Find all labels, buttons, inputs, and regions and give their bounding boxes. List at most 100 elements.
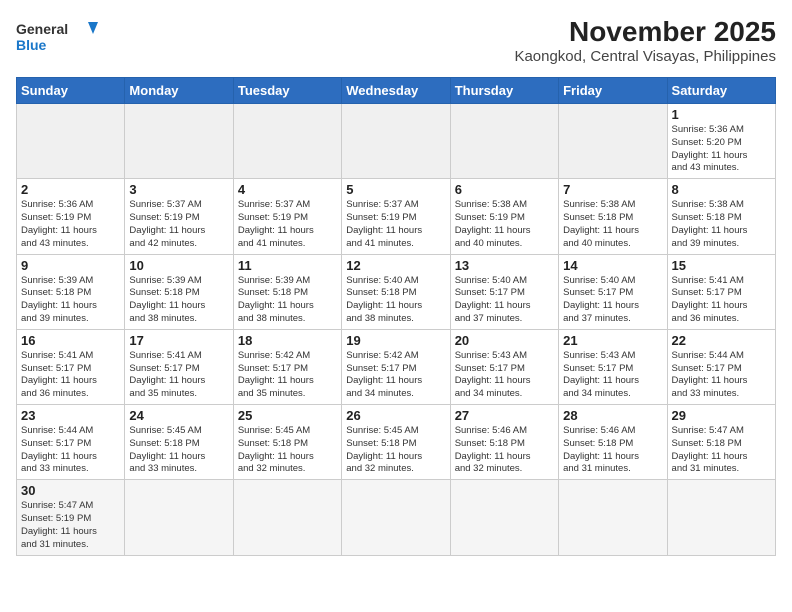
calendar-cell — [559, 480, 667, 555]
day-number: 26 — [346, 408, 445, 423]
calendar-cell: 23 Sunrise: 5:44 AMSunset: 5:17 PMDayligh… — [17, 405, 125, 480]
calendar-cell: 13 Sunrise: 5:40 AMSunset: 5:17 PMDayligh… — [450, 254, 558, 329]
calendar-cell: 10 Sunrise: 5:39 AMSunset: 5:18 PMDayligh… — [125, 254, 233, 329]
calendar-week-row: 30Sunrise: 5:47 AMSunset: 5:19 PMDayligh… — [17, 480, 776, 555]
calendar-cell: 29 Sunrise: 5:47 AMSunset: 5:18 PMDayligh… — [667, 405, 775, 480]
day-info: Sunrise: 5:38 AMSunset: 5:18 PMDaylight:… — [563, 199, 662, 250]
day-number: 3 — [129, 182, 228, 197]
day-number: 24 — [129, 408, 228, 423]
day-number: 14 — [563, 258, 662, 273]
day-info: Sunrise: 5:37 AMSunset: 5:19 PMDaylight:… — [346, 199, 445, 250]
calendar-cell: 11 Sunrise: 5:39 AMSunset: 5:18 PMDayligh… — [233, 254, 341, 329]
calendar-header-sunday: Sunday — [17, 78, 125, 104]
day-number: 25 — [238, 408, 337, 423]
calendar-cell: 4Sunrise: 5:37 AMSunset: 5:19 PMDaylight… — [233, 179, 341, 254]
calendar-cell: 8Sunrise: 5:38 AMSunset: 5:18 PMDaylight… — [667, 179, 775, 254]
day-info: Sunrise: 5:44 AMSunset: 5:17 PMDaylight:… — [21, 425, 120, 476]
calendar-cell: 26 Sunrise: 5:45 AMSunset: 5:18 PMDayligh… — [342, 405, 450, 480]
day-info: Sunrise: 5:45 AMSunset: 5:18 PMDaylight:… — [346, 425, 445, 476]
day-number: 19 — [346, 333, 445, 348]
day-info: Sunrise: 5:38 AMSunset: 5:19 PMDaylight:… — [455, 199, 554, 250]
calendar-cell — [342, 104, 450, 179]
day-number: 23 — [21, 408, 120, 423]
calendar-cell: 15 Sunrise: 5:41 AMSunset: 5:17 PMDayligh… — [667, 254, 775, 329]
day-number: 2 — [21, 182, 120, 197]
calendar-cell: 16Sunrise: 5:41 AMSunset: 5:17 PMDayligh… — [17, 329, 125, 404]
day-info: Sunrise: 5:47 AMSunset: 5:19 PMDaylight:… — [21, 500, 120, 551]
day-info: Sunrise: 5:36 AMSunset: 5:19 PMDaylight:… — [21, 199, 120, 250]
calendar-header-tuesday: Tuesday — [233, 78, 341, 104]
page-title: November 2025 — [514, 16, 776, 48]
day-number: 5 — [346, 182, 445, 197]
calendar-header-thursday: Thursday — [450, 78, 558, 104]
day-number: 22 — [672, 333, 771, 348]
calendar-cell: 30Sunrise: 5:47 AMSunset: 5:19 PMDayligh… — [17, 480, 125, 555]
day-number: 27 — [455, 408, 554, 423]
day-info: Sunrise: 5:46 AMSunset: 5:18 PMDaylight:… — [455, 425, 554, 476]
calendar-header-wednesday: Wednesday — [342, 78, 450, 104]
logo-svg: General Blue — [16, 16, 106, 60]
day-info: Sunrise: 5:43 AMSunset: 5:17 PMDaylight:… — [455, 350, 554, 401]
day-info: Sunrise: 5:46 AMSunset: 5:18 PMDaylight:… — [563, 425, 662, 476]
day-info: Sunrise: 5:39 AMSunset: 5:18 PMDaylight:… — [21, 275, 120, 326]
day-info: Sunrise: 5:42 AMSunset: 5:17 PMDaylight:… — [238, 350, 337, 401]
calendar-cell: 1 Sunrise: 5:36 AMSunset: 5:20 PMDaylight… — [667, 104, 775, 179]
calendar-cell: 14 Sunrise: 5:40 AMSunset: 5:17 PMDayligh… — [559, 254, 667, 329]
calendar-header-friday: Friday — [559, 78, 667, 104]
day-number: 18 — [238, 333, 337, 348]
day-info: Sunrise: 5:42 AMSunset: 5:17 PMDaylight:… — [346, 350, 445, 401]
day-number: 1 — [672, 107, 771, 122]
calendar-cell: 18 Sunrise: 5:42 AMSunset: 5:17 PMDayligh… — [233, 329, 341, 404]
day-number: 10 — [129, 258, 228, 273]
day-info: Sunrise: 5:41 AMSunset: 5:17 PMDaylight:… — [21, 350, 120, 401]
calendar-cell — [125, 480, 233, 555]
day-number: 13 — [455, 258, 554, 273]
calendar-cell: 21Sunrise: 5:43 AMSunset: 5:17 PMDayligh… — [559, 329, 667, 404]
day-info: Sunrise: 5:41 AMSunset: 5:17 PMDaylight:… — [672, 275, 771, 326]
calendar-cell: 12Sunrise: 5:40 AMSunset: 5:18 PMDayligh… — [342, 254, 450, 329]
calendar-cell: 9Sunrise: 5:39 AMSunset: 5:18 PMDaylight… — [17, 254, 125, 329]
day-number: 17 — [129, 333, 228, 348]
calendar-cell: 2 Sunrise: 5:36 AMSunset: 5:19 PMDaylight… — [17, 179, 125, 254]
calendar-cell: 28 Sunrise: 5:46 AMSunset: 5:18 PMDayligh… — [559, 405, 667, 480]
day-info: Sunrise: 5:47 AMSunset: 5:18 PMDaylight:… — [672, 425, 771, 476]
day-info: Sunrise: 5:40 AMSunset: 5:17 PMDaylight:… — [563, 275, 662, 326]
day-info: Sunrise: 5:41 AMSunset: 5:17 PMDaylight:… — [129, 350, 228, 401]
calendar-cell — [559, 104, 667, 179]
calendar-cell: 19 Sunrise: 5:42 AMSunset: 5:17 PMDayligh… — [342, 329, 450, 404]
calendar-cell: 6 Sunrise: 5:38 AMSunset: 5:19 PMDaylight… — [450, 179, 558, 254]
day-info: Sunrise: 5:39 AMSunset: 5:18 PMDaylight:… — [129, 275, 228, 326]
calendar-week-row: 1 Sunrise: 5:36 AMSunset: 5:20 PMDaylight… — [17, 104, 776, 179]
day-info: Sunrise: 5:39 AMSunset: 5:18 PMDaylight:… — [238, 275, 337, 326]
page-subtitle: Kaongkod, Central Visayas, Philippines — [514, 48, 776, 65]
day-number: 7 — [563, 182, 662, 197]
day-info: Sunrise: 5:45 AMSunset: 5:18 PMDaylight:… — [238, 425, 337, 476]
day-number: 20 — [455, 333, 554, 348]
title-area: November 2025 Kaongkod, Central Visayas,… — [514, 16, 776, 65]
calendar-header-row: SundayMondayTuesdayWednesdayThursdayFrid… — [17, 78, 776, 104]
day-number: 29 — [672, 408, 771, 423]
calendar-cell — [450, 480, 558, 555]
page-header: General Blue November 2025 Kaongkod, Cen… — [16, 16, 776, 65]
day-info: Sunrise: 5:44 AMSunset: 5:17 PMDaylight:… — [672, 350, 771, 401]
calendar-cell: 27 Sunrise: 5:46 AMSunset: 5:18 PMDayligh… — [450, 405, 558, 480]
calendar-cell — [667, 480, 775, 555]
day-number: 8 — [672, 182, 771, 197]
day-number: 11 — [238, 258, 337, 273]
svg-text:Blue: Blue — [16, 37, 47, 53]
day-number: 15 — [672, 258, 771, 273]
day-info: Sunrise: 5:45 AMSunset: 5:18 PMDaylight:… — [129, 425, 228, 476]
calendar-cell — [125, 104, 233, 179]
calendar-cell: 24 Sunrise: 5:45 AMSunset: 5:18 PMDayligh… — [125, 405, 233, 480]
calendar-cell — [342, 480, 450, 555]
calendar-cell: 17 Sunrise: 5:41 AMSunset: 5:17 PMDayligh… — [125, 329, 233, 404]
day-info: Sunrise: 5:36 AMSunset: 5:20 PMDaylight:… — [672, 124, 771, 175]
day-info: Sunrise: 5:40 AMSunset: 5:18 PMDaylight:… — [346, 275, 445, 326]
calendar-cell: 3Sunrise: 5:37 AMSunset: 5:19 PMDaylight… — [125, 179, 233, 254]
calendar-header-saturday: Saturday — [667, 78, 775, 104]
day-number: 28 — [563, 408, 662, 423]
calendar-cell: 25 Sunrise: 5:45 AMSunset: 5:18 PMDayligh… — [233, 405, 341, 480]
day-info: Sunrise: 5:40 AMSunset: 5:17 PMDaylight:… — [455, 275, 554, 326]
day-number: 6 — [455, 182, 554, 197]
logo: General Blue — [16, 16, 106, 60]
